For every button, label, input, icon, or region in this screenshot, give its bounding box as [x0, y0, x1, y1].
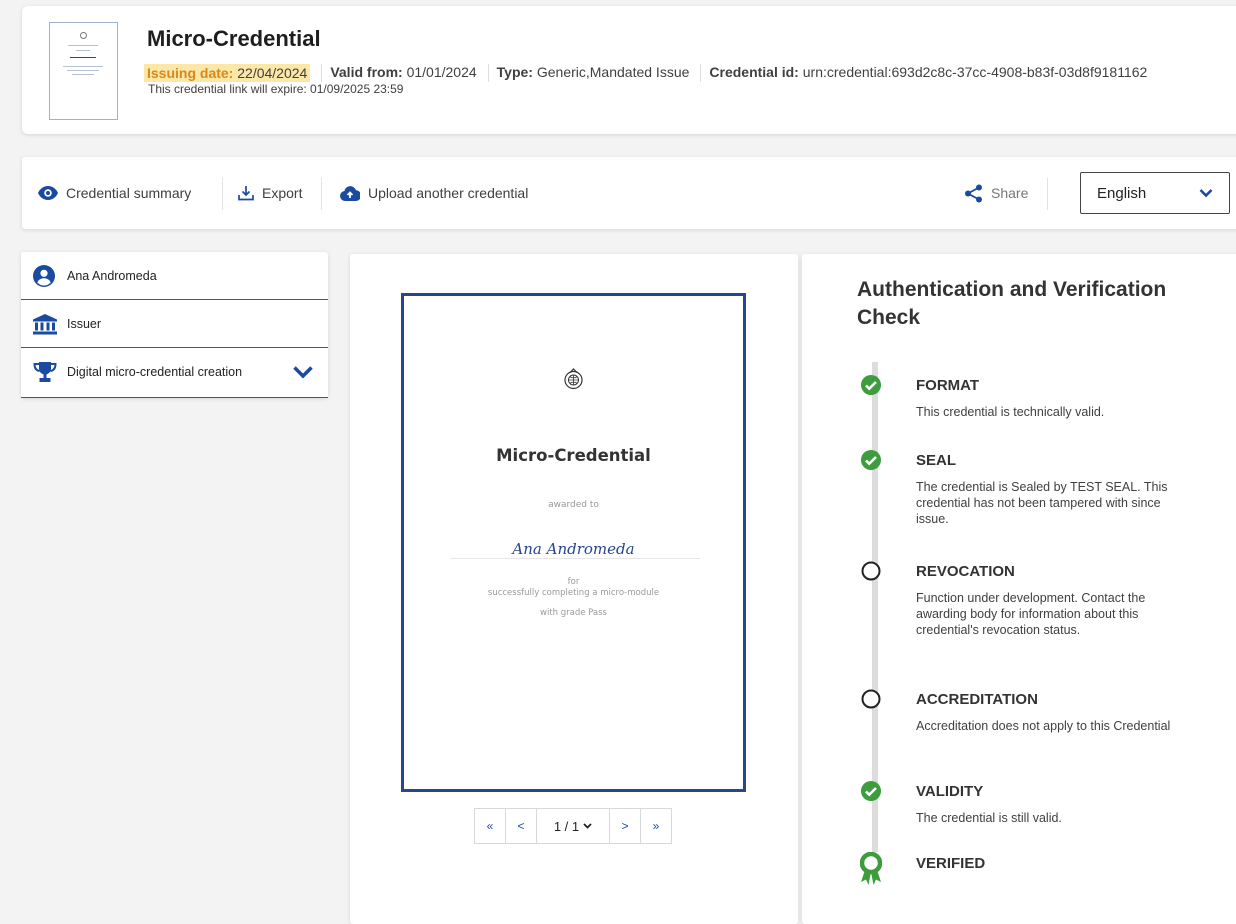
chevron-down-icon [583, 823, 592, 829]
eye-icon [38, 186, 58, 200]
chevron-down-icon [293, 366, 313, 379]
check-circle-icon [861, 375, 881, 395]
toolbar: Credential summary Export Upload another… [22, 157, 1236, 229]
link-expiry: This credential link will expire: 01/09/… [148, 82, 404, 96]
check-circle-icon [861, 450, 881, 470]
emblem-icon [564, 368, 583, 390]
award-ribbon-icon [860, 852, 882, 886]
document-grade: with grade Pass [540, 608, 607, 618]
empty-circle-icon [861, 561, 881, 581]
share-icon [965, 184, 982, 202]
document-holder-name: Ana Andromeda [512, 540, 635, 558]
chevron-down-icon [1199, 189, 1213, 198]
credential-type: Type: Generic,Mandated Issue [496, 64, 690, 80]
credential-id: Credential id: urn:credential:693d2c8c-3… [709, 64, 1148, 80]
credential-title: Micro-Credential [147, 26, 321, 51]
verification-timeline [872, 362, 878, 882]
empty-circle-icon [861, 689, 881, 709]
issuing-date: Issuing date: 22/04/2024 [144, 64, 311, 82]
credential-thumbnail[interactable] [49, 22, 118, 120]
document-viewer: Micro-Credential awarded to Ana Andromed… [350, 254, 798, 924]
first-page-button[interactable]: « [474, 808, 506, 844]
credential-summary-button[interactable]: Credential summary [38, 182, 191, 204]
document-title: Micro-Credential [496, 446, 651, 465]
cloud-upload-icon [340, 185, 360, 201]
verification-panel: Authentication and Verification Check FO… [802, 254, 1236, 924]
credential-document-page: Micro-Credential awarded to Ana Andromed… [401, 293, 746, 792]
export-button[interactable]: Export [238, 182, 302, 204]
prev-page-button[interactable]: < [505, 808, 537, 844]
document-for: for [567, 577, 580, 587]
sidebar-item-issuer[interactable]: Issuer [21, 300, 328, 348]
document-divider [450, 558, 700, 559]
download-icon [238, 186, 254, 201]
sidebar-item-achievement[interactable]: Digital micro-credential creation [21, 348, 328, 398]
valid-from: Valid from: 01/01/2024 [330, 64, 477, 80]
next-page-button[interactable]: > [609, 808, 641, 844]
check-circle-icon [861, 781, 881, 801]
page-select[interactable]: 1 / 1 [536, 808, 610, 844]
page-navigator: « < 1 / 1 > » [474, 808, 672, 844]
share-button[interactable]: Share [964, 182, 1028, 204]
upload-credential-button[interactable]: Upload another credential [340, 182, 528, 204]
sidebar-item-holder[interactable]: Ana Andromeda [21, 252, 328, 300]
last-page-button[interactable]: » [640, 808, 672, 844]
credential-meta: Issuing date: 22/04/2024 Valid from: 01/0… [144, 64, 1147, 82]
language-select[interactable]: English [1080, 172, 1230, 214]
document-reason: successfully completing a micro-module [487, 588, 660, 598]
credential-sections-nav: Ana Andromeda Issuer Digital micro-crede… [21, 252, 328, 398]
verification-title: Authentication and Verification Check [857, 278, 1167, 329]
institution-icon [33, 314, 57, 335]
trophy-icon [33, 362, 57, 382]
credential-header: Micro-Credential Issuing date: 22/04/202… [22, 6, 1236, 134]
document-awarded-to: awarded to [548, 500, 599, 510]
user-circle-icon [33, 265, 55, 287]
